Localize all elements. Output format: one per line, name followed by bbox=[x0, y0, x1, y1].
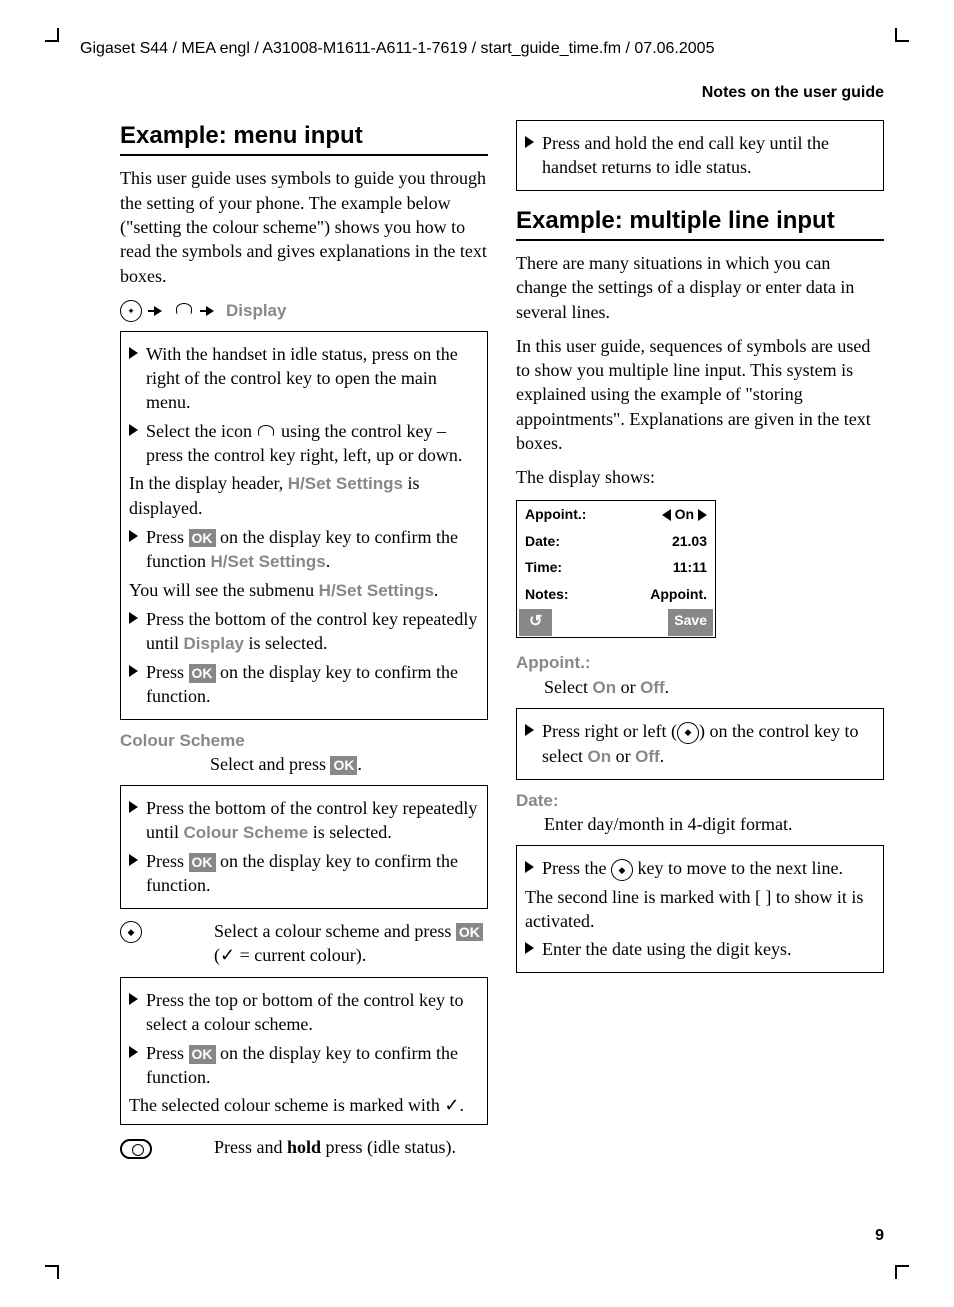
heading-menu-input: Example: menu input bbox=[120, 120, 488, 156]
appoint-block: Appoint.: Select On or Off. bbox=[516, 652, 884, 700]
control-key-icon: ✦ bbox=[120, 300, 142, 322]
subhead-label: Appoint.: bbox=[516, 652, 884, 675]
date-block: Date: Enter day/month in 4-digit format. bbox=[516, 790, 884, 837]
display-value: On bbox=[662, 505, 707, 524]
definition-row: Press and hold press (idle status). bbox=[120, 1135, 488, 1159]
display-label: Appoint.: bbox=[525, 505, 586, 524]
subhead-text: Select On or Off. bbox=[544, 675, 884, 700]
explanation-box-1: With the handset in idle status, press o… bbox=[120, 331, 488, 720]
check-icon: ✓ bbox=[444, 1095, 459, 1115]
ok-key: OK bbox=[189, 664, 216, 683]
ok-key: OK bbox=[189, 853, 216, 872]
ok-key: OK bbox=[189, 1045, 216, 1064]
bullet-text: With the handset in idle status, press o… bbox=[146, 342, 479, 415]
paragraph: In this user guide, sequences of symbols… bbox=[516, 334, 884, 455]
display-label: Notes: bbox=[525, 585, 569, 604]
bullet-icon bbox=[129, 424, 138, 436]
bullet-text: Select the icon using the control key – … bbox=[146, 419, 479, 468]
check-icon: ✓ bbox=[220, 945, 235, 965]
bullet-text: Press and hold the end call key until th… bbox=[542, 131, 875, 180]
explanation-box-3: Press the top or bottom of the control k… bbox=[120, 977, 488, 1124]
subhead-text: Enter day/month in 4-digit format. bbox=[544, 812, 884, 836]
explanation-box-5: Press right or left (◆) on the control k… bbox=[516, 708, 884, 780]
bullet-icon bbox=[129, 1046, 138, 1058]
paragraph: There are many situations in which you c… bbox=[516, 251, 884, 324]
bullet-text: Press the top or bottom of the control k… bbox=[146, 988, 479, 1037]
bullet-icon bbox=[129, 801, 138, 813]
handset-icon bbox=[256, 423, 276, 443]
ok-key: OK bbox=[456, 923, 483, 942]
bullet-icon bbox=[129, 347, 138, 359]
display-label: Date: bbox=[525, 532, 560, 551]
right-arrow-icon bbox=[698, 509, 707, 521]
phone-display: Appoint.: On Date: 21.03 Time: 11:11 Notes… bbox=[516, 500, 716, 638]
explanation-box-6: Press the ◆ key to move to the next line… bbox=[516, 845, 884, 973]
control-key-icon: ◆ bbox=[120, 921, 142, 943]
bullet-icon bbox=[129, 612, 138, 624]
ok-key: OK bbox=[330, 756, 357, 775]
subhead-label: Colour Scheme bbox=[120, 730, 488, 753]
bullet-text: Press the ◆ key to move to the next line… bbox=[542, 856, 843, 881]
box-text: The second line is marked with [ ] to sh… bbox=[525, 885, 875, 934]
section-header: Notes on the user guide bbox=[702, 82, 884, 104]
doc-header: Gigaset S44 / MEA engl / A31008-M1611-A6… bbox=[80, 38, 874, 60]
ok-key: OK bbox=[189, 529, 216, 548]
bullet-text: Press OK on the display key to confirm t… bbox=[146, 660, 479, 709]
bullet-icon bbox=[129, 530, 138, 542]
box-text: In the display header, H/Set Settings is… bbox=[129, 471, 479, 520]
control-key-icon: ◆ bbox=[677, 722, 699, 744]
back-softkey: ↺ bbox=[519, 609, 552, 636]
left-arrow-icon bbox=[662, 509, 671, 521]
bullet-icon bbox=[525, 136, 534, 148]
explanation-box-2: Press the bottom of the control key repe… bbox=[120, 785, 488, 909]
save-softkey: Save bbox=[668, 609, 713, 636]
explanation-box-4: Press and hold the end call key until th… bbox=[516, 120, 884, 191]
display-label: Time: bbox=[525, 558, 562, 577]
handset-icon bbox=[174, 301, 194, 321]
heading-multiline: Example: multiple line input bbox=[516, 205, 884, 241]
bullet-text: Press right or left (◆) on the control k… bbox=[542, 719, 875, 769]
subhead-label: Date: bbox=[516, 790, 884, 813]
box-text: You will see the submenu H/Set Settings. bbox=[129, 578, 479, 603]
definition-text: Press and hold press (idle status). bbox=[214, 1135, 488, 1159]
bullet-icon bbox=[525, 942, 534, 954]
end-call-key-icon bbox=[120, 1139, 152, 1159]
bullet-icon bbox=[525, 861, 534, 873]
bullet-text: Press OK on the display key to confirm t… bbox=[146, 525, 479, 574]
display-value: 21.03 bbox=[672, 532, 707, 551]
content: Example: menu input This user guide uses… bbox=[120, 120, 884, 1207]
bullet-text: Enter the date using the digit keys. bbox=[542, 937, 791, 961]
bullet-text: Press the bottom of the control key repe… bbox=[146, 607, 479, 656]
paragraph: The display shows: bbox=[516, 465, 884, 489]
arrow-icon bbox=[206, 306, 214, 316]
display-value: Appoint. bbox=[650, 585, 707, 604]
bullet-text: Press the bottom of the control key repe… bbox=[146, 796, 479, 845]
subhead-text: Select and press OK. bbox=[210, 752, 488, 776]
page-number: 9 bbox=[875, 1225, 884, 1247]
arrow-icon bbox=[154, 306, 162, 316]
bullet-icon bbox=[525, 724, 534, 736]
box-text: The selected colour scheme is marked wit… bbox=[129, 1093, 479, 1117]
bullet-icon bbox=[129, 854, 138, 866]
definition-text: Select a colour scheme and press OK (✓ =… bbox=[214, 919, 488, 968]
path-label: Display bbox=[226, 300, 286, 323]
bullet-text: Press OK on the display key to confirm t… bbox=[146, 1041, 479, 1090]
colour-scheme-block: Colour Scheme Select and press OK. bbox=[120, 730, 488, 777]
display-value: 11:11 bbox=[673, 558, 707, 577]
intro-paragraph: This user guide uses symbols to guide yo… bbox=[120, 166, 488, 287]
bullet-text: Press OK on the display key to confirm t… bbox=[146, 849, 479, 898]
bullet-icon bbox=[129, 993, 138, 1005]
definition-row: ◆ Select a colour scheme and press OK (✓… bbox=[120, 919, 488, 968]
control-key-icon: ◆ bbox=[611, 859, 633, 881]
bullet-icon bbox=[129, 665, 138, 677]
menu-path: ✦ Display bbox=[120, 300, 488, 323]
